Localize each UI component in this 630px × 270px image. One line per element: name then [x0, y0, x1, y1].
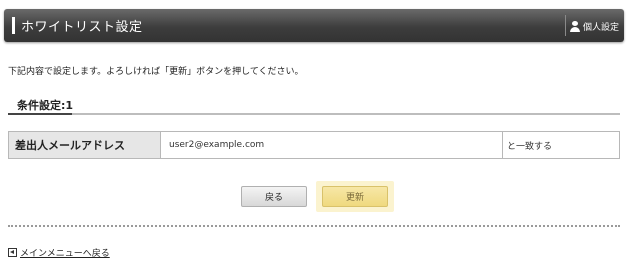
update-button[interactable]: 更新 [322, 186, 388, 207]
condition-value: user2@example.com [161, 132, 503, 158]
update-button-highlight: 更新 [316, 181, 394, 212]
page: ホワイトリスト設定 個人設定 下記内容で設定します。よろしければ「更新」ボタンを… [0, 0, 630, 270]
main-menu-link[interactable]: メインメニューへ戻る [8, 246, 110, 259]
section-divider [8, 113, 620, 115]
header-bar: ホワイトリスト設定 個人設定 [4, 9, 624, 42]
header-accent [12, 17, 15, 34]
condition-label: 差出人メールアドレス [9, 132, 161, 158]
condition-row: 差出人メールアドレス user2@example.com と一致する [8, 131, 620, 159]
page-title: ホワイトリスト設定 [21, 20, 143, 35]
person-icon [570, 20, 580, 32]
header-divider [565, 15, 566, 36]
main-menu-link-label: メインメニューへ戻る [20, 249, 110, 259]
back-arrow-icon [8, 248, 17, 257]
dotted-separator [8, 225, 620, 227]
back-button[interactable]: 戻る [241, 186, 307, 207]
section-title: 条件設定:1 [17, 99, 74, 112]
personal-settings-button[interactable]: 個人設定 [570, 17, 619, 35]
condition-match: と一致する [507, 141, 553, 152]
instruction-text: 下記内容で設定します。よろしければ「更新」ボタンを押してください。 [8, 67, 304, 77]
section-divider-accent [8, 113, 72, 115]
personal-settings-label: 個人設定 [583, 22, 620, 33]
